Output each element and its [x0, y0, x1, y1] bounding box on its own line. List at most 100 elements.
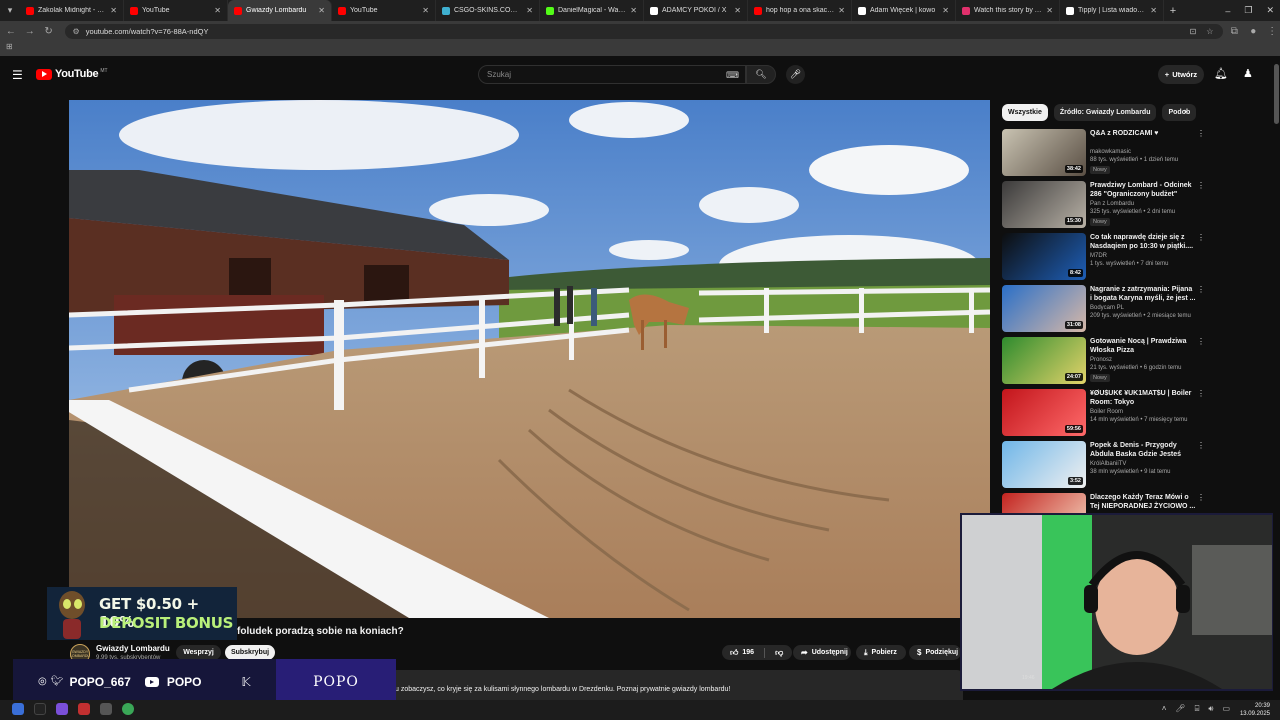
video-thumbnail[interactable]: 38:42 [1002, 129, 1086, 176]
thumbs-up-icon[interactable]: 👍︎ [730, 648, 738, 658]
mic-tray-icon[interactable]: 🎤︎ [1175, 704, 1185, 714]
youtube-logo[interactable]: YouTube MT [36, 68, 108, 80]
start-menu-icon[interactable] [12, 703, 24, 715]
video-thumbnail[interactable]: 3:52 [1002, 441, 1086, 488]
video-thumbnail[interactable]: 31:08 [1002, 285, 1086, 332]
new-tab-button[interactable]: + [1164, 5, 1182, 17]
tab-close-icon[interactable]: ✕ [526, 6, 533, 15]
clock[interactable]: 20:39 13.09.2025 [1240, 702, 1270, 718]
browser-tab[interactable]: DanielMagical - Watch cl✕ [540, 0, 644, 21]
browser-tab[interactable]: CSGO-SKINS.COM - Najle ✕ [436, 0, 540, 21]
recommendation-title[interactable]: Prawdziwy Lombard - Odcinek 286 "Ogranic… [1090, 181, 1196, 199]
browser-tab[interactable]: ADAMCY POKOI / X ✕ [644, 0, 748, 21]
more-options-icon[interactable]: ⋮ [1197, 285, 1205, 294]
network-icon[interactable]: ⌸ [1195, 704, 1200, 714]
browser-tab[interactable]: YouTube ✕ [124, 0, 228, 21]
recommendation-title[interactable]: Nagranie z zatrzymania: Pijana i bogata … [1090, 285, 1196, 303]
search-button[interactable]: 🔍︎ [746, 65, 776, 84]
more-options-icon[interactable]: ⋮ [1197, 181, 1205, 190]
install-icon[interactable]: ⊡ [1190, 27, 1197, 36]
chrome-icon[interactable] [122, 703, 134, 715]
browser-tab[interactable]: Zakolak Midnight - Łysy t ✕ [20, 0, 124, 21]
recommendation-item[interactable]: 24:07 Gotowanie Nocą | Prawdziwa Włoska P… [1001, 337, 1205, 385]
create-button[interactable]: + Utwórz [1158, 65, 1204, 84]
channel-name[interactable]: Gwiazdy Lombardu [96, 644, 170, 653]
more-options-icon[interactable]: ⋮ [1197, 441, 1205, 450]
apps-grid-icon[interactable]: ⊞ [6, 42, 13, 51]
support-button[interactable]: Wesprzyj [176, 645, 221, 660]
minimize-icon[interactable]: – [1225, 6, 1230, 16]
discord-icon[interactable] [56, 703, 68, 715]
reload-icon[interactable]: ↻ [41, 26, 57, 37]
bookmark-star-icon[interactable]: ☆ [1206, 27, 1213, 36]
tab-close-icon[interactable]: ✕ [110, 6, 117, 15]
filter-chip[interactable]: Wszystkie [1002, 104, 1048, 121]
account-avatar-icon[interactable]: ♟ [1243, 67, 1253, 80]
obs-icon[interactable] [100, 703, 112, 715]
like-count[interactable]: 196 [742, 649, 754, 656]
tab-close-icon[interactable]: ✕ [318, 6, 325, 15]
extensions-icon[interactable]: ⧉ [1226, 26, 1242, 37]
thumbs-down-icon[interactable]: 👎︎ [775, 648, 783, 658]
recommendation-channel[interactable]: makowkamasic [1090, 149, 1131, 155]
more-options-icon[interactable]: ⋮ [1197, 129, 1205, 138]
search-input[interactable]: Szukaj ⌨ [478, 65, 746, 84]
chevron-right-icon[interactable]: › [1184, 106, 1187, 116]
tab-close-icon[interactable]: ✕ [1046, 6, 1053, 15]
recommendation-item[interactable]: 38:42 Q&A z RODZICAMI ♥ makowkamasic 88 tys… [1001, 129, 1205, 177]
tab-close-icon[interactable]: ✕ [422, 6, 429, 15]
recommendation-channel[interactable]: KrólAlbaniiTV [1090, 461, 1126, 467]
tab-close-icon[interactable]: ✕ [734, 6, 741, 15]
browser-menu-icon[interactable]: ⋮ [1264, 26, 1280, 37]
recommendation-item[interactable]: 15:30 Prawdziwy Lombard - Odcinek 286 "Og… [1001, 181, 1205, 229]
share-button[interactable]: ➦ Udostępnij [793, 645, 851, 660]
more-options-icon[interactable]: ⋮ [1197, 389, 1205, 398]
subscribe-button[interactable]: Subskrybuj [225, 645, 275, 660]
recommendation-title[interactable]: Q&A z RODZICAMI ♥ [1090, 129, 1196, 138]
app-icon[interactable] [34, 703, 46, 715]
recommendation-title[interactable]: Gotowanie Nocą | Prawdziwa Włoska Pizza [1090, 337, 1196, 355]
voice-search-button[interactable]: 🎤︎ [786, 65, 805, 84]
video-thumbnail[interactable]: 59:56 [1002, 389, 1086, 436]
recommendation-channel[interactable]: Bodycam PL [1090, 305, 1124, 311]
tab-close-icon[interactable]: ✕ [942, 6, 949, 15]
page-scrollbar[interactable] [1273, 60, 1280, 700]
recommendation-title[interactable]: Co tak naprawdę dzieje się z Nasdaqiem p… [1090, 233, 1196, 251]
tab-search-icon[interactable]: ▾ [0, 0, 20, 21]
filter-chip[interactable]: Źródło: Gwiazdy Lombardu [1053, 104, 1157, 121]
browser-tab[interactable]: Gwiazdy Lombardu ✕ [228, 0, 332, 21]
browser-tab[interactable]: YouTube ✕ [332, 0, 436, 21]
more-options-icon[interactable]: ⋮ [1197, 233, 1205, 242]
recommendation-title[interactable]: Dlaczego Każdy Teraz Mówi o Tej NIEPORAD… [1090, 493, 1196, 511]
browser-tab[interactable]: hop hop a ona skaczep ✕ [748, 0, 852, 21]
menu-icon[interactable]: ☰ [12, 68, 23, 82]
recommendation-item[interactable]: 31:08 Nagranie z zatrzymania: Pijana i bo… [1001, 285, 1205, 333]
forward-icon[interactable]: → [22, 26, 38, 37]
recommendation-channel[interactable]: Boiler Room [1090, 409, 1123, 415]
close-window-icon[interactable]: ✕ [1266, 5, 1274, 16]
maximize-icon[interactable]: ❐ [1244, 5, 1252, 16]
recommendation-item[interactable]: 59:56 ¥ØU$UK€ ¥UK1MAT$U | Boiler Room: To… [1001, 389, 1205, 437]
download-button[interactable]: ⤓ Pobierz [856, 645, 906, 660]
tab-close-icon[interactable]: ✕ [1150, 6, 1157, 15]
opera-icon[interactable] [78, 703, 90, 715]
back-icon[interactable]: ← [3, 26, 19, 37]
omnibox[interactable]: ⚙ youtube.com/watch?v=76-88A-ndQY ⊡ ☆ [64, 24, 1224, 39]
recommendation-item[interactable]: 3:52 Popek & Denis - Przygody Abdula Bask… [1001, 441, 1205, 489]
recommendation-title[interactable]: ¥ØU$UK€ ¥UK1MAT$U | Boiler Room: Tokyo [1090, 389, 1196, 407]
browser-tab[interactable]: Watch this story by Adria✕ [956, 0, 1060, 21]
keyboard-icon[interactable]: ⌨ [726, 70, 739, 81]
browser-tab[interactable]: Tipply | Lista wiadomości✕ [1060, 0, 1164, 21]
thanks-button[interactable]: $ Podziękuj [909, 645, 961, 660]
notifications-bell-icon[interactable]: 🔔︎ [1214, 67, 1228, 80]
filter-chip[interactable]: Podob [1162, 104, 1197, 121]
chevron-up-icon[interactable]: ˄ [1162, 704, 1167, 714]
tab-close-icon[interactable]: ✕ [214, 6, 221, 15]
recommendation-channel[interactable]: M7DR [1090, 253, 1107, 259]
more-options-icon[interactable]: ⋮ [1197, 493, 1205, 502]
tab-close-icon[interactable]: ✕ [630, 6, 637, 15]
profile-icon[interactable]: ● [1245, 26, 1261, 37]
scrollbar-thumb[interactable] [1274, 64, 1279, 124]
battery-icon[interactable]: ▭ [1222, 704, 1230, 714]
tab-close-icon[interactable]: ✕ [838, 6, 845, 15]
